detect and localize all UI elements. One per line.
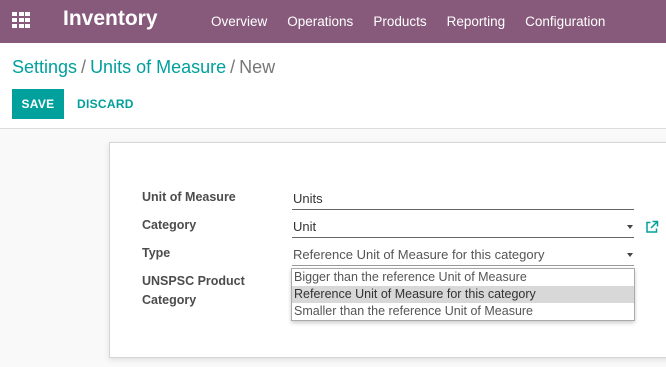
- chevron-down-icon: [627, 225, 633, 229]
- type-option-smaller[interactable]: Smaller than the reference Unit of Measu…: [292, 303, 634, 320]
- main-menu: Overview Operations Products Reporting C…: [211, 0, 625, 43]
- type-dropdown-list: Bigger than the reference Unit of Measur…: [291, 268, 635, 321]
- category-label: Category: [142, 218, 197, 232]
- uom-value: Units: [293, 191, 323, 206]
- breadcrumb: Settings / Units of Measure / New: [12, 57, 275, 78]
- breadcrumb-current: New: [239, 57, 276, 77]
- uom-input[interactable]: Units: [292, 188, 634, 210]
- type-label: Type: [142, 246, 171, 260]
- type-value: Reference Unit of Measure for this categ…: [293, 247, 545, 262]
- save-button[interactable]: SAVE: [12, 89, 64, 119]
- breadcrumb-separator: /: [230, 57, 236, 77]
- menu-item-operations[interactable]: Operations: [287, 14, 353, 29]
- menu-item-products[interactable]: Products: [373, 14, 426, 29]
- category-select[interactable]: Unit: [292, 216, 634, 238]
- menu-item-configuration[interactable]: Configuration: [525, 14, 605, 29]
- discard-button[interactable]: DISCARD: [70, 89, 141, 119]
- control-panel: Settings / Units of Measure / New SAVE DISCA…: [0, 43, 666, 129]
- chevron-down-icon: [627, 253, 633, 257]
- uom-label: Unit of Measure: [142, 190, 236, 204]
- type-option-bigger[interactable]: Bigger than the reference Unit of Measur…: [292, 269, 634, 286]
- breadcrumb-units-of-measure[interactable]: Units of Measure: [90, 57, 226, 77]
- form-sheet: Unit of Measure Units Category Unit Type…: [109, 142, 666, 358]
- category-value: Unit: [293, 219, 317, 234]
- unspsc-label-line1: UNSPSC Product: [142, 274, 245, 288]
- unspsc-label-line2: Category: [142, 293, 197, 307]
- breadcrumb-settings[interactable]: Settings: [12, 57, 77, 77]
- type-option-reference[interactable]: Reference Unit of Measure for this categ…: [292, 286, 634, 303]
- external-link-icon[interactable]: [645, 220, 659, 234]
- unspsc-label: UNSPSC Product Category: [142, 272, 245, 310]
- menu-item-reporting[interactable]: Reporting: [447, 14, 506, 29]
- type-select[interactable]: Reference Unit of Measure for this categ…: [292, 244, 634, 266]
- apps-grid-icon[interactable]: [12, 12, 30, 28]
- menu-item-overview[interactable]: Overview: [211, 14, 267, 29]
- app-title: Inventory: [63, 7, 158, 30]
- breadcrumb-separator: /: [81, 57, 87, 77]
- top-navbar: Inventory Overview Operations Products R…: [0, 0, 666, 43]
